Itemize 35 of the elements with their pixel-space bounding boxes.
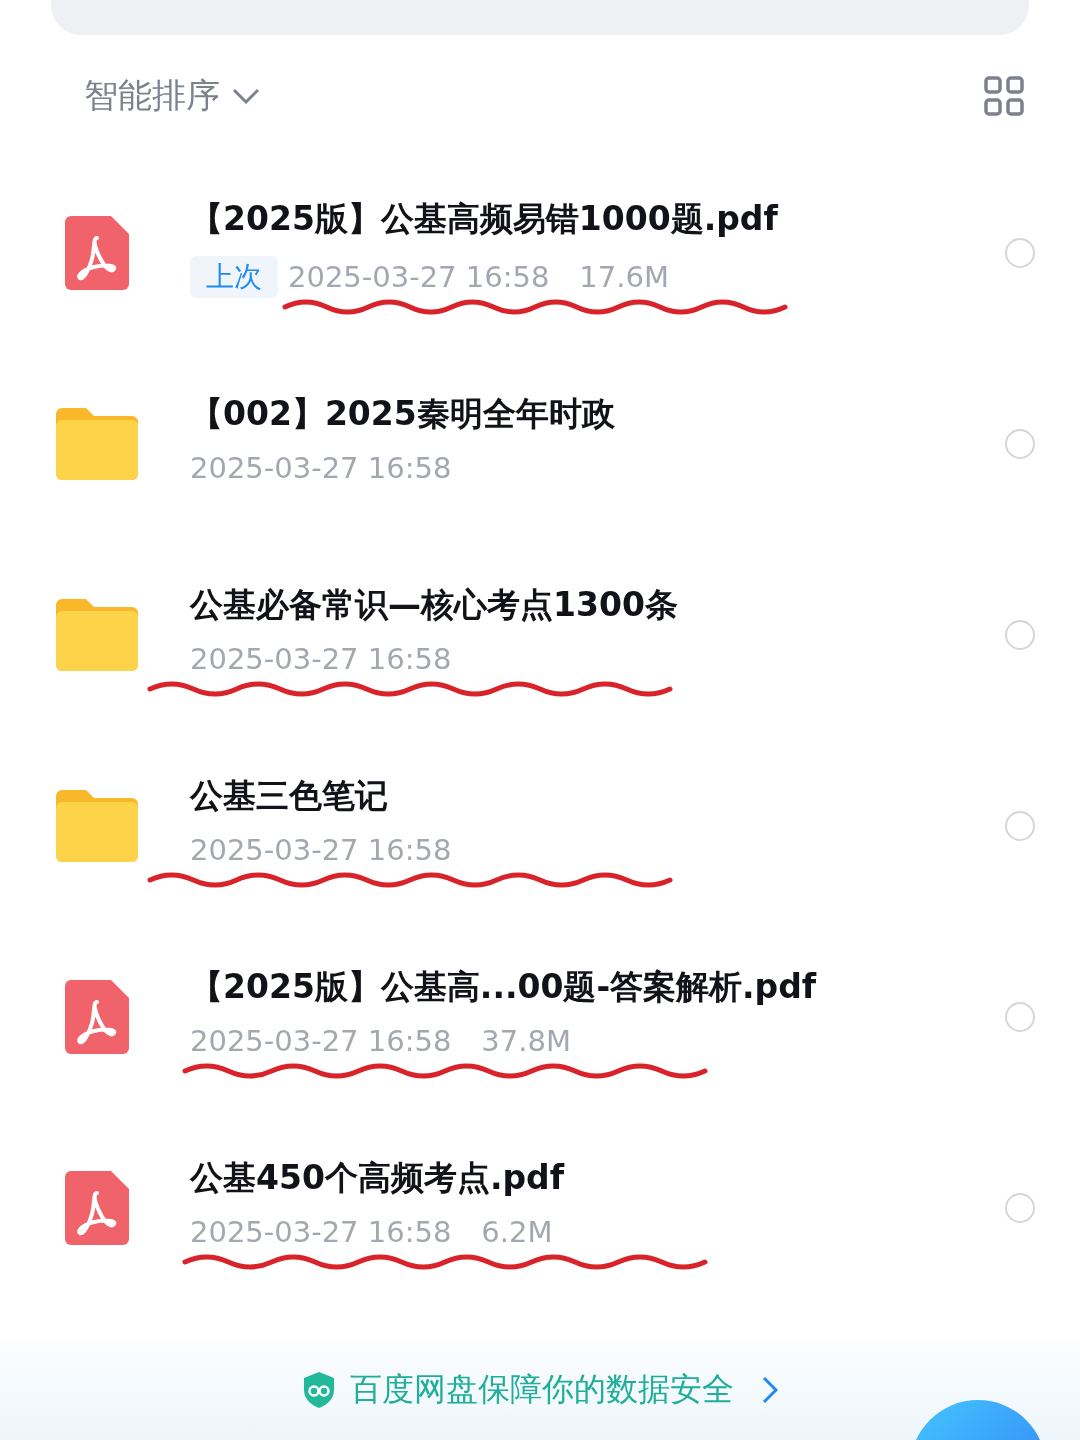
banner-text: 百度网盘保障你的数据安全 bbox=[350, 1369, 734, 1410]
file-date: 2025-03-27 16:58 bbox=[190, 451, 452, 485]
file-size: 17.6M bbox=[579, 260, 669, 294]
folder-icon bbox=[56, 598, 138, 671]
file-date: 2025-03-27 16:58 bbox=[288, 260, 550, 294]
file-name: 公基必备常识—核心考点1300条 bbox=[190, 584, 679, 626]
file-name: 【2025版】公基高频易错1000题.pdf bbox=[190, 198, 779, 240]
file-size: 6.2M bbox=[481, 1215, 553, 1249]
pdf-file-icon bbox=[65, 979, 129, 1054]
select-radio[interactable] bbox=[1005, 1192, 1035, 1223]
file-name: 公基450个高频考点.pdf bbox=[190, 1157, 566, 1199]
file-name: 【2025版】公基高...00题-答案解析.pdf bbox=[190, 966, 818, 1008]
select-radio[interactable] bbox=[1005, 810, 1035, 841]
folder-icon bbox=[56, 789, 138, 862]
file-date: 2025-03-27 16:58 bbox=[190, 642, 452, 676]
file-date: 2025-03-27 16:58 bbox=[190, 1215, 452, 1249]
file-name: 公基三色笔记 bbox=[190, 775, 389, 817]
select-radio[interactable] bbox=[1005, 619, 1035, 650]
file-name: 【002】2025秦明全年时政 bbox=[190, 393, 616, 435]
chevron-down-icon bbox=[232, 88, 260, 104]
shield-icon bbox=[302, 1371, 336, 1409]
select-radio[interactable] bbox=[1005, 428, 1035, 459]
folder-icon bbox=[56, 407, 138, 480]
chevron-right-icon bbox=[762, 1376, 778, 1404]
file-date: 2025-03-27 16:58 bbox=[190, 833, 452, 867]
file-size: 37.8M bbox=[481, 1024, 571, 1058]
sort-dropdown[interactable]: 智能排序 bbox=[84, 73, 260, 119]
select-radio[interactable] bbox=[1005, 237, 1035, 268]
grid-view-icon[interactable] bbox=[984, 76, 1024, 116]
file-date: 2025-03-27 16:58 bbox=[190, 1024, 452, 1058]
recent-tag: 上次 bbox=[190, 256, 278, 298]
pdf-file-icon bbox=[65, 215, 129, 290]
pdf-file-icon bbox=[65, 1170, 129, 1245]
security-banner[interactable]: 百度网盘保障你的数据安全 bbox=[0, 1340, 1080, 1440]
select-radio[interactable] bbox=[1005, 1001, 1035, 1032]
